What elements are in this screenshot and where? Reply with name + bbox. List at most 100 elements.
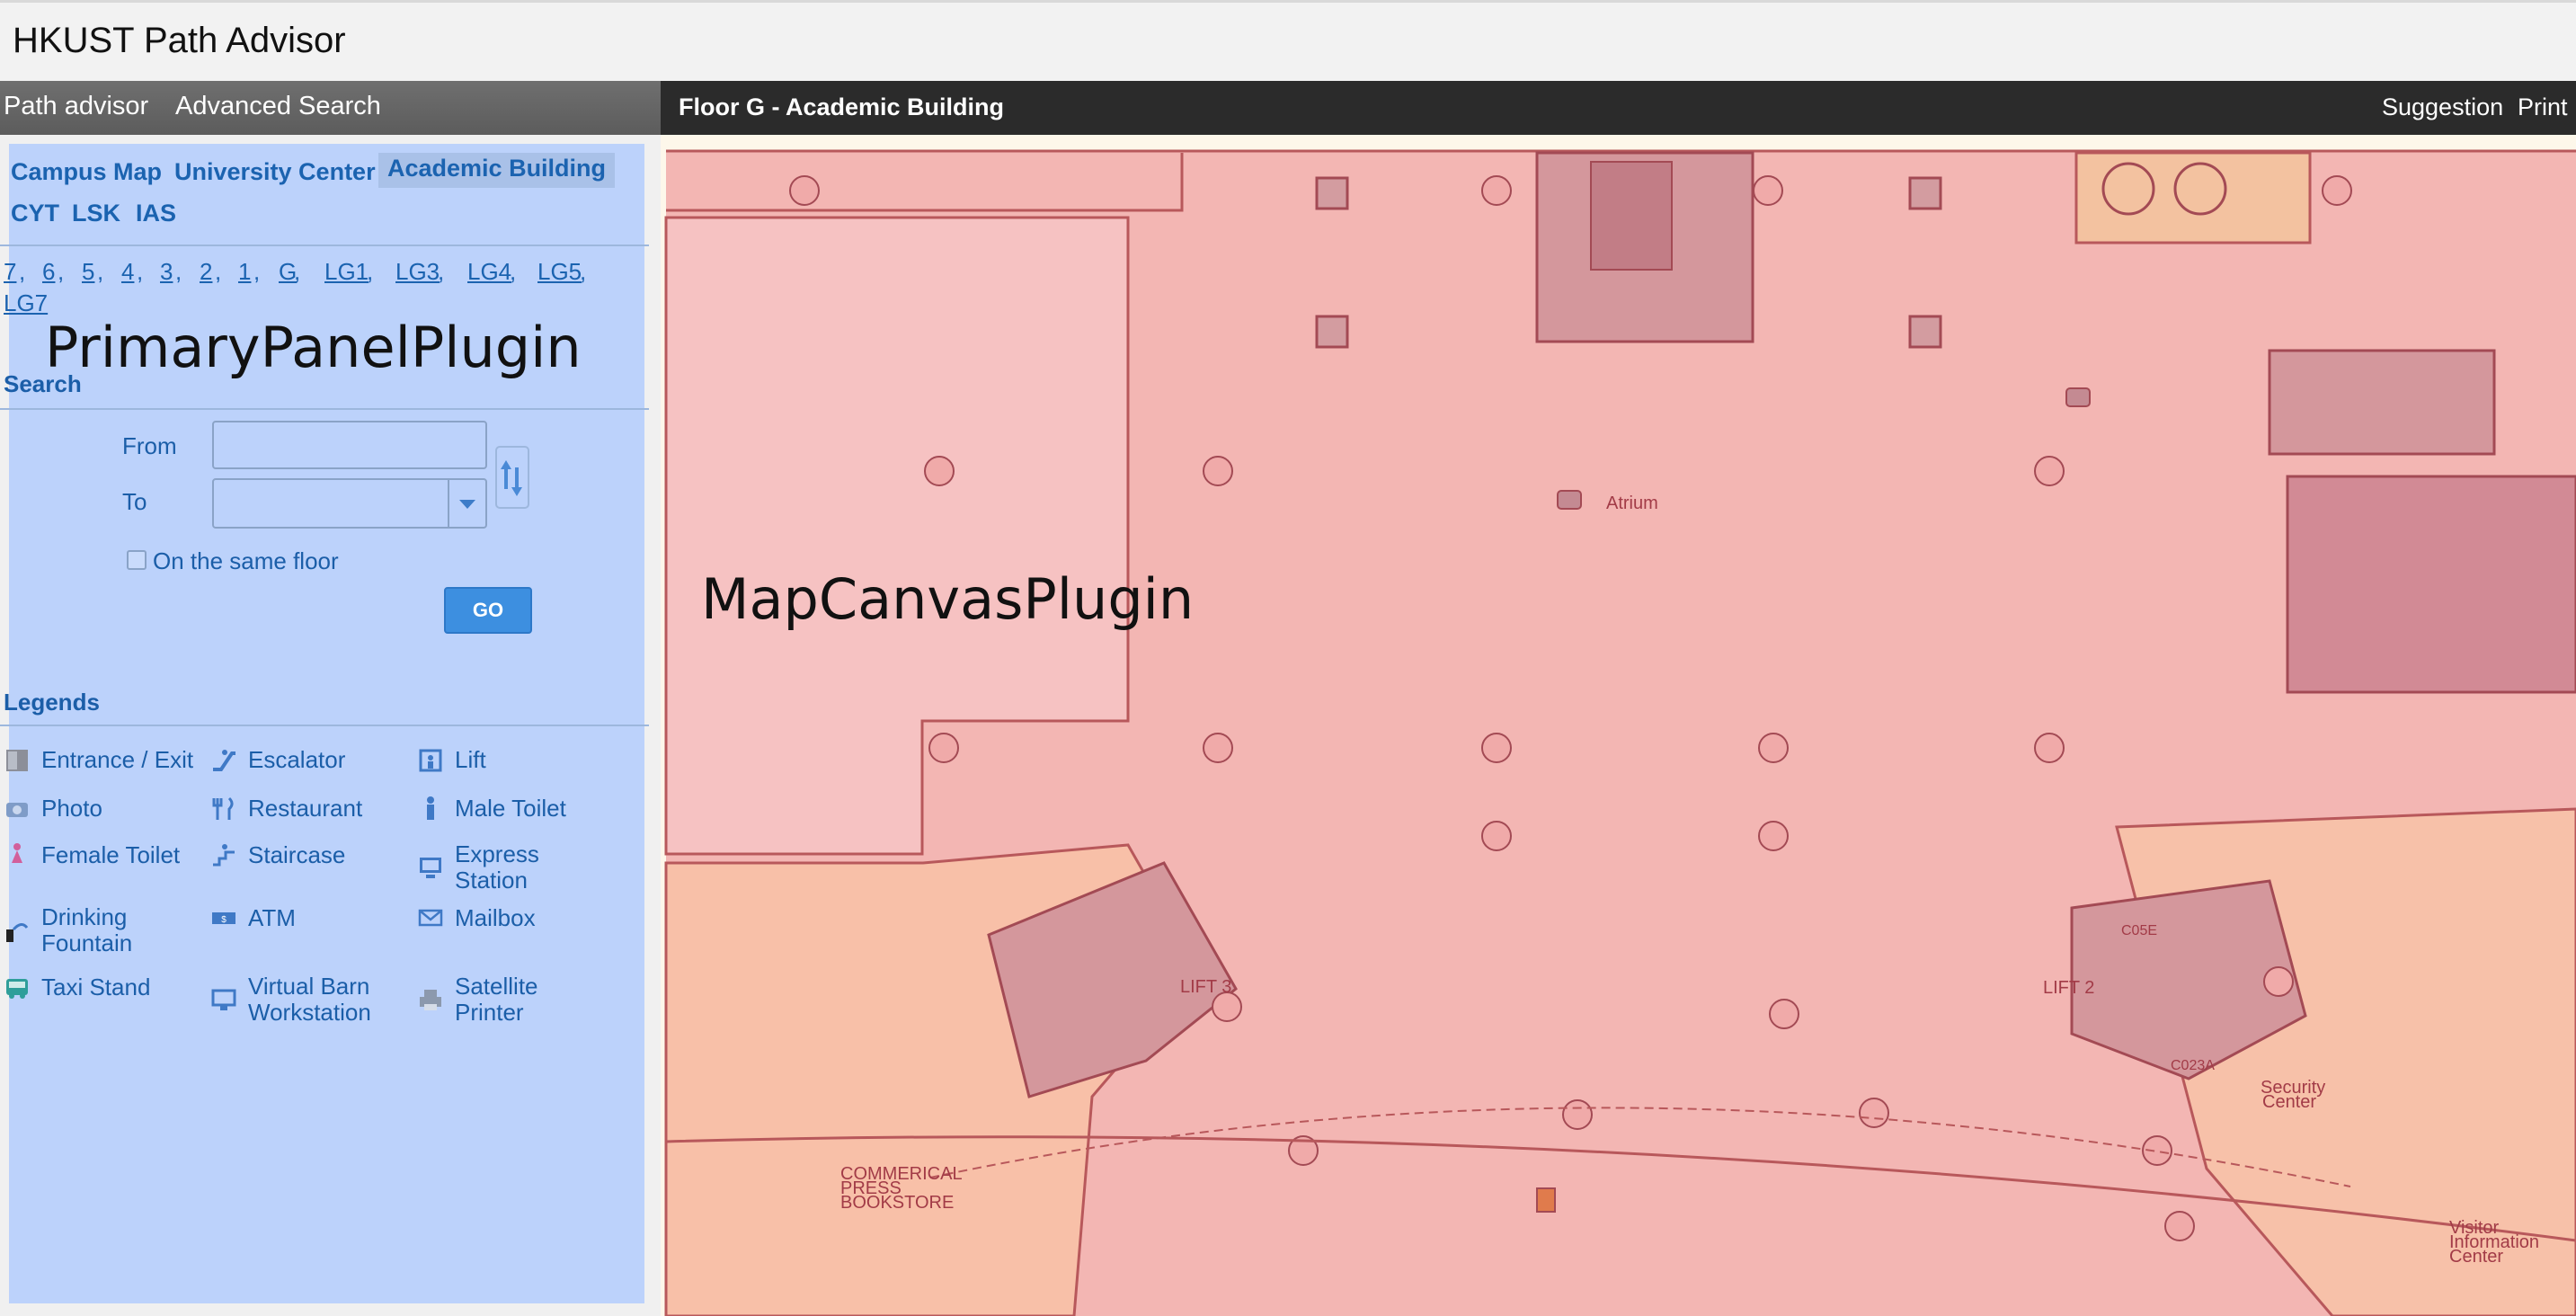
column bbox=[2034, 733, 2065, 763]
floor-separator: , bbox=[580, 258, 587, 285]
pillar bbox=[1315, 315, 1349, 349]
male-toilet-icon bbox=[427, 796, 434, 820]
floor-link-5[interactable]: 5 bbox=[82, 258, 94, 286]
chevron-down-icon bbox=[459, 500, 475, 509]
column bbox=[1769, 999, 1799, 1029]
map-canvas[interactable]: Atrium LIFT 3 LIFT 2 C05E C023A COMMERIC… bbox=[661, 135, 2576, 1316]
legend-label: Lift bbox=[455, 745, 486, 773]
column bbox=[928, 733, 959, 763]
floor-link-7[interactable]: 7 bbox=[4, 258, 16, 286]
search-heading: Search bbox=[4, 370, 82, 397]
room-c023a-label: C023A bbox=[2171, 1058, 2215, 1073]
column bbox=[2263, 966, 2294, 997]
column bbox=[789, 175, 820, 206]
floor-link-1[interactable]: 1 bbox=[238, 258, 251, 286]
floor-link-lg1[interactable]: LG1 bbox=[324, 258, 369, 286]
floor-separator: , bbox=[58, 258, 65, 285]
floor-title: Floor G - Academic Building bbox=[679, 93, 1005, 120]
nav-bar: Path advisor Advanced Search bbox=[0, 81, 661, 135]
column bbox=[1758, 821, 1789, 851]
column bbox=[1481, 733, 1512, 763]
camera-icon[interactable] bbox=[1557, 490, 1582, 510]
nav-path-advisor[interactable]: Path advisor bbox=[4, 92, 148, 121]
legend-label: ATM bbox=[248, 903, 296, 931]
floor-separator: , bbox=[175, 258, 182, 285]
workstation-icon bbox=[211, 989, 236, 1010]
nav-advanced-search[interactable]: Advanced Search bbox=[175, 92, 381, 121]
room-c05e-label: C05E bbox=[2121, 923, 2157, 938]
suggestion-link[interactable]: Suggestion bbox=[2382, 93, 2503, 121]
legend-item: Taxi Stand bbox=[4, 974, 150, 1000]
legend-label: Male Toilet bbox=[455, 794, 566, 822]
floor-link-4[interactable]: 4 bbox=[121, 258, 134, 286]
primary-panel: Campus Map University Center Academic Bu… bbox=[0, 135, 661, 1316]
column bbox=[1562, 1099, 1593, 1130]
legend-item: Mailbox bbox=[417, 904, 536, 931]
camera-icon[interactable] bbox=[2065, 387, 2091, 407]
legend-item: Virtual Barn Workstation bbox=[210, 974, 371, 1026]
from-input[interactable] bbox=[212, 421, 487, 469]
print-link[interactable]: Print bbox=[2518, 93, 2568, 121]
entrance-exit-icon bbox=[6, 750, 28, 771]
floor-link-2[interactable]: 2 bbox=[200, 258, 212, 286]
legend-label: Escalator bbox=[248, 745, 346, 773]
atm-icon: $ bbox=[212, 912, 235, 925]
tab-cyt[interactable]: CYT bbox=[11, 200, 59, 227]
search-divider bbox=[0, 408, 649, 410]
column bbox=[1203, 733, 1233, 763]
column bbox=[1481, 821, 1512, 851]
legend-item: Express Station bbox=[417, 841, 539, 894]
legend-label: Photo bbox=[41, 794, 102, 822]
floor-link-3[interactable]: 3 bbox=[160, 258, 173, 286]
legend-label: Drinking Fountain bbox=[41, 903, 133, 956]
same-floor-checkbox[interactable] bbox=[127, 550, 147, 570]
legend-item: Photo bbox=[4, 795, 102, 822]
tab-lsk[interactable]: LSK bbox=[72, 200, 120, 227]
staircase-icon bbox=[213, 844, 235, 867]
legend-item: $ ATM bbox=[210, 904, 296, 931]
atrium-label: Atrium bbox=[1606, 494, 1658, 513]
floor-separator: , bbox=[510, 258, 517, 285]
legend-item: Satellite Printer bbox=[417, 974, 538, 1026]
floor-separator: , bbox=[137, 258, 144, 285]
floor-link-lg5[interactable]: LG5 bbox=[537, 258, 582, 286]
floor-separator: , bbox=[215, 258, 222, 285]
to-select[interactable] bbox=[212, 478, 487, 529]
tab-university-center[interactable]: University Center bbox=[174, 158, 376, 186]
printer-icon bbox=[420, 990, 441, 1010]
swap-button[interactable] bbox=[495, 446, 529, 509]
column bbox=[924, 456, 955, 486]
legend-item: Entrance / Exit bbox=[4, 746, 193, 773]
mailbox-icon bbox=[418, 909, 443, 927]
restaurant-icon bbox=[212, 796, 234, 820]
bookstore-label-3: BOOKSTORE bbox=[840, 1193, 954, 1213]
floor-link-lg4[interactable]: LG4 bbox=[467, 258, 511, 286]
floor-link-lg3[interactable]: LG3 bbox=[395, 258, 440, 286]
tab-campus-map[interactable]: Campus Map bbox=[11, 158, 162, 186]
to-dropdown-button[interactable] bbox=[448, 480, 485, 527]
tab-ias[interactable]: IAS bbox=[136, 200, 176, 227]
legend-item: Restaurant bbox=[210, 795, 362, 822]
floor-separator: , bbox=[97, 258, 104, 285]
tab-divider bbox=[0, 245, 649, 246]
floor-link-6[interactable]: 6 bbox=[42, 258, 55, 286]
legend-label: Restaurant bbox=[248, 794, 363, 822]
pillar bbox=[1315, 176, 1349, 210]
primary-panel-plugin-label: PrimaryPanelPlugin bbox=[45, 315, 582, 380]
column bbox=[1753, 175, 1783, 206]
tab-academic-building[interactable]: Academic Building bbox=[378, 153, 616, 188]
floor-link-lg7[interactable]: LG7 bbox=[4, 289, 48, 317]
drinking-fountain-icon bbox=[6, 923, 29, 942]
floor-plan[interactable]: Atrium LIFT 3 LIFT 2 C05E C023A COMMERIC… bbox=[661, 135, 2576, 1316]
go-button[interactable]: GO bbox=[444, 587, 532, 634]
floor-separator: , bbox=[19, 258, 26, 285]
map-header: Floor G - Academic Building Suggestion P… bbox=[661, 81, 2576, 135]
pillar bbox=[1908, 315, 1942, 349]
security-label-2: Center bbox=[2262, 1092, 2316, 1112]
legend-label: Taxi Stand bbox=[41, 973, 151, 1000]
lift3-label: LIFT 3 bbox=[1180, 977, 1231, 997]
column bbox=[2164, 1211, 2195, 1241]
swap-arrows-icon bbox=[501, 460, 522, 496]
column bbox=[1758, 733, 1789, 763]
entrance-exit-icon[interactable] bbox=[1536, 1187, 1556, 1213]
